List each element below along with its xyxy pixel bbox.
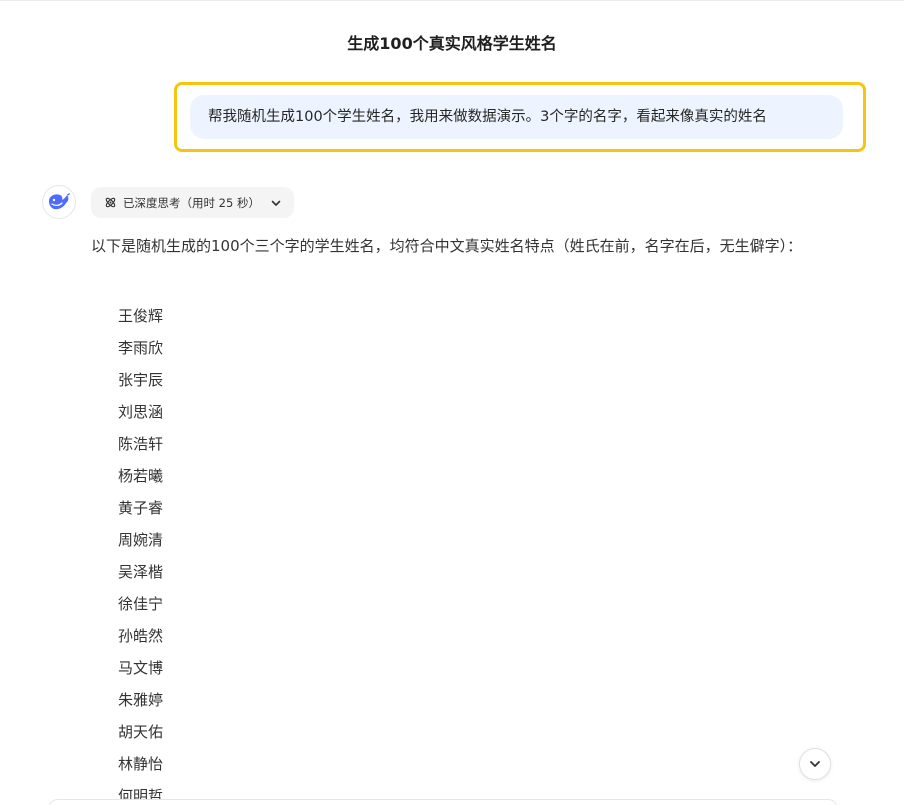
chevron-down-icon xyxy=(270,197,282,209)
top-divider xyxy=(0,0,904,1)
list-item: 9.吴泽楷 xyxy=(0,556,400,588)
student-name: 马文博 xyxy=(118,659,164,677)
assistant-intro-text: 以下是随机生成的100个三个字的学生姓名，均符合中文真实姓名特点（姓氏在前，名字… xyxy=(91,237,803,255)
list-item: 7.黄子睿 xyxy=(0,492,400,524)
user-message-highlight: 帮我随机生成100个学生姓名，我用来做数据演示。3个字的名字，看起来像真实的姓名 xyxy=(174,82,866,152)
list-item: 4.刘思涵 xyxy=(0,396,400,428)
student-name: 徐佳宁 xyxy=(118,595,164,613)
student-name: 张宇辰 xyxy=(118,371,164,389)
atom-icon xyxy=(104,196,117,209)
list-item: 8.周婉清 xyxy=(0,524,400,556)
deep-think-toggle[interactable]: 已深度思考（用时 25 秒） xyxy=(91,187,294,218)
scroll-to-bottom-button[interactable] xyxy=(799,748,831,780)
student-name: 刘思涵 xyxy=(118,403,164,421)
list-item: 3.张宇辰 xyxy=(0,364,400,396)
student-name: 胡天佑 xyxy=(118,723,164,741)
student-name: 陈浩轩 xyxy=(118,435,164,453)
student-name: 孙皓然 xyxy=(118,627,164,645)
list-item: 13.朱雅婷 xyxy=(0,684,400,716)
student-name: 王俊辉 xyxy=(118,307,164,325)
list-item: 10.徐佳宁 xyxy=(0,588,400,620)
assistant-avatar xyxy=(42,185,76,219)
list-item: 2.李雨欣 xyxy=(0,332,400,364)
student-name: 朱雅婷 xyxy=(118,691,164,709)
deep-think-label: 已深度思考（用时 25 秒） xyxy=(123,195,260,210)
user-message-bubble[interactable]: 帮我随机生成100个学生姓名，我用来做数据演示。3个字的名字，看起来像真实的姓名 xyxy=(190,95,843,139)
chevron-down-icon xyxy=(810,761,820,767)
student-name: 杨若曦 xyxy=(118,467,164,485)
list-item: 6.杨若曦 xyxy=(0,460,400,492)
whale-logo-icon xyxy=(49,193,70,210)
list-item: 12.马文博 xyxy=(0,652,400,684)
student-name: 黄子睿 xyxy=(118,499,164,517)
chat-page: 生成100个真实风格学生姓名 帮我随机生成100个学生姓名，我用来做数据演示。3… xyxy=(0,0,904,805)
list-item: 1.王俊辉 xyxy=(0,300,400,332)
student-name: 林静怡 xyxy=(118,755,164,773)
chat-title: 生成100个真实风格学生姓名 xyxy=(347,34,557,53)
list-item: 14.胡天佑 xyxy=(0,716,400,748)
student-name: 周婉清 xyxy=(118,531,164,549)
student-name: 吴泽楷 xyxy=(118,563,164,581)
student-name: 李雨欣 xyxy=(118,339,164,357)
list-item: 11.孙皓然 xyxy=(0,620,400,652)
message-input-box[interactable] xyxy=(48,799,838,805)
list-item: 5.陈浩轩 xyxy=(0,428,400,460)
list-item: 15.林静怡 xyxy=(0,748,400,780)
